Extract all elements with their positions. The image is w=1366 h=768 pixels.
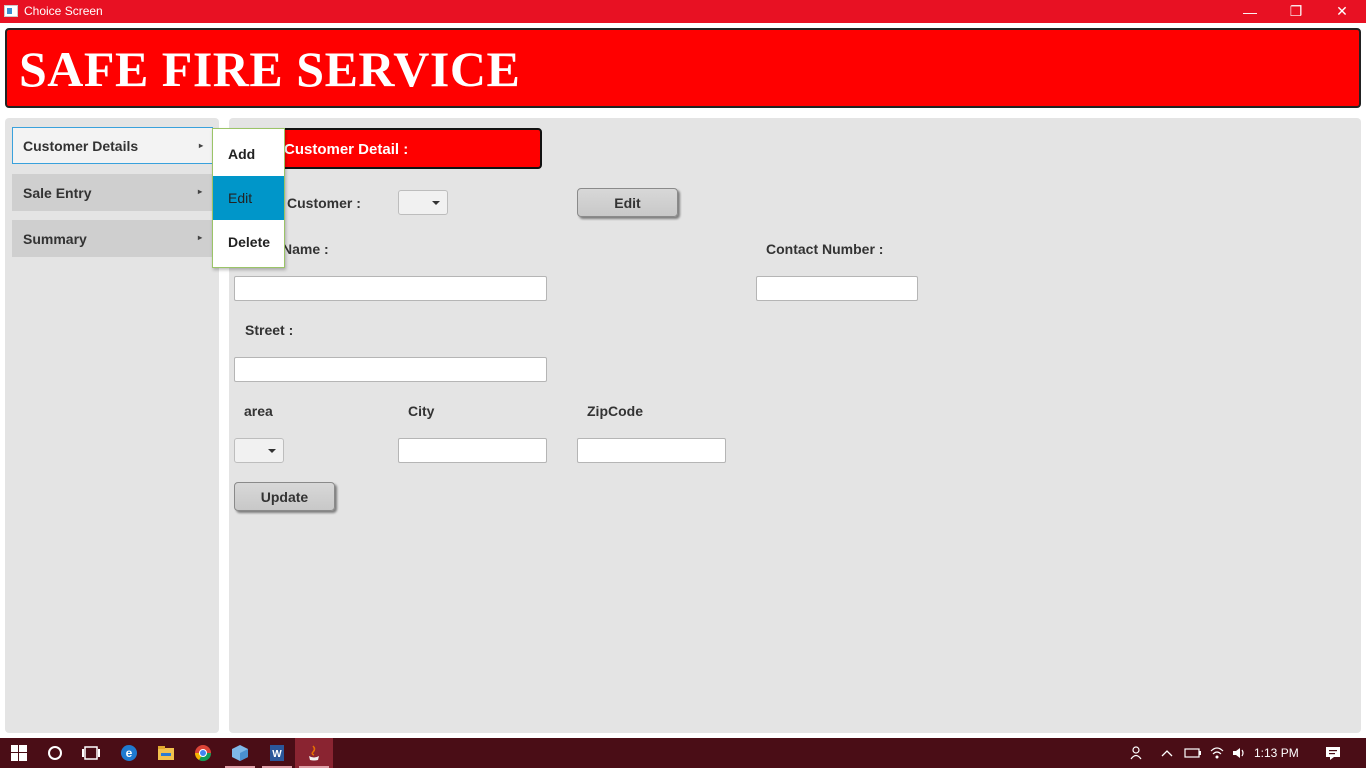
file-explorer-icon[interactable]: [147, 738, 185, 768]
area-label: area: [244, 403, 273, 419]
submenu-arrow-icon: ▸: [198, 233, 203, 242]
java-icon[interactable]: [295, 738, 333, 768]
contact-number-field[interactable]: [756, 276, 918, 301]
submenu-item-add[interactable]: Add: [213, 132, 284, 176]
street-field[interactable]: [234, 357, 547, 382]
edge-icon[interactable]: e: [110, 738, 148, 768]
name-field[interactable]: [234, 276, 547, 301]
customer-details-submenu: Add Edit Delete: [212, 128, 285, 268]
taskbar-clock[interactable]: 1:13 PM: [1254, 746, 1299, 760]
window-title-bar: Choice Screen — ❐ ✕: [0, 0, 1366, 23]
battery-icon[interactable]: [1182, 738, 1204, 768]
name-label: Name :: [282, 241, 329, 257]
sidebar-item-summary[interactable]: Summary ▸: [12, 220, 213, 257]
volume-icon[interactable]: [1229, 738, 1249, 768]
submenu-arrow-icon: ▸: [198, 187, 203, 196]
sidebar-item-sale-entry[interactable]: Sale Entry ▸: [12, 174, 213, 211]
street-label: Street :: [245, 322, 294, 338]
customer-select[interactable]: [398, 190, 448, 215]
windows-start-icon[interactable]: [0, 738, 38, 768]
submenu-item-label: Edit: [228, 190, 253, 206]
svg-text:e: e: [126, 746, 133, 760]
sidebar-panel: Customer Details ▸ Sale Entry ▸ Summary …: [5, 118, 219, 733]
section-header: Customer Detail :: [271, 128, 542, 169]
edit-button[interactable]: Edit: [577, 188, 678, 217]
window-title: Choice Screen: [24, 4, 103, 18]
people-icon[interactable]: [1127, 738, 1149, 768]
city-field[interactable]: [398, 438, 547, 463]
submenu-item-label: Add: [228, 146, 256, 162]
chrome-icon[interactable]: [184, 738, 222, 768]
area-select[interactable]: [234, 438, 284, 463]
chevron-down-icon: [268, 449, 276, 453]
submenu-item-edit[interactable]: Edit: [213, 176, 284, 220]
zipcode-field[interactable]: [577, 438, 726, 463]
sidebar-item-customer-details[interactable]: Customer Details ▸: [12, 127, 213, 164]
submenu-arrow-icon: ▸: [199, 141, 204, 150]
close-button[interactable]: ✕: [1319, 0, 1365, 23]
sidebar-item-label: Customer Details: [23, 138, 139, 154]
contact-number-label: Contact Number :: [766, 241, 884, 257]
submenu-item-delete[interactable]: Delete: [213, 220, 284, 264]
brand-banner: SAFE FIRE SERVICE: [5, 28, 1361, 108]
minimize-button[interactable]: —: [1227, 0, 1273, 23]
search-circle-icon[interactable]: [36, 738, 74, 768]
restore-button[interactable]: ❐: [1273, 0, 1319, 23]
svg-text:W: W: [272, 749, 282, 760]
zipcode-label: ZipCode: [587, 403, 643, 419]
word-icon[interactable]: W: [258, 738, 296, 768]
box-app-icon[interactable]: [221, 738, 259, 768]
task-view-icon[interactable]: [72, 738, 110, 768]
customer-label: Customer :: [287, 195, 361, 211]
notification-icon[interactable]: [1322, 738, 1344, 768]
brand-title: SAFE FIRE SERVICE: [19, 41, 521, 97]
wifi-icon[interactable]: [1207, 738, 1227, 768]
chevron-down-icon: [432, 201, 440, 205]
section-title: Customer Detail :: [284, 141, 409, 158]
chevron-up-icon[interactable]: [1158, 738, 1176, 768]
update-button[interactable]: Update: [234, 482, 335, 511]
submenu-item-label: Delete: [228, 234, 271, 250]
app-window-icon: [4, 5, 18, 17]
city-label: City: [408, 403, 435, 419]
sidebar-item-label: Summary: [23, 231, 87, 247]
windows-taskbar: e W 1:13 PM: [0, 738, 1366, 768]
sidebar-item-label: Sale Entry: [23, 185, 92, 201]
